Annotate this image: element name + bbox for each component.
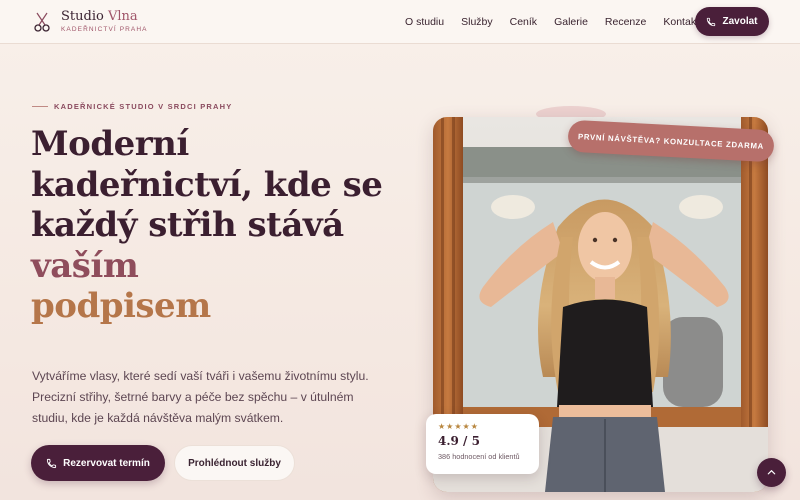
nav-link-o-studiu[interactable]: O studiu — [405, 16, 444, 28]
brand-text: Studio Vlna KADEŘNICTVÍ PRAHA — [61, 10, 148, 34]
call-button[interactable]: Zavolat — [695, 7, 769, 36]
rating-card: ★★★★★ 4.9 / 5 386 hodnocení od klientů — [426, 414, 539, 474]
brand-tagline: KADEŘNICTVÍ PRAHA — [61, 26, 148, 33]
brand-name: Studio Vlna — [61, 10, 148, 24]
rating-reviews-count: 386 hodnocení od klientů — [438, 452, 520, 461]
main-nav: O studiu Služby Ceník Galerie Recenze Ko… — [405, 16, 716, 28]
scroll-to-top-button[interactable] — [757, 458, 786, 487]
chevron-up-icon — [767, 470, 776, 475]
brand-logo[interactable]: Studio Vlna KADEŘNICTVÍ PRAHA — [33, 10, 148, 33]
headline-gold: podpisem — [31, 286, 211, 326]
brand-name-main: Studio — [61, 9, 108, 24]
nav-link-recenze[interactable]: Recenze — [605, 16, 646, 28]
headline-main: Moderní kadeřnictví, kde se každý střih … — [31, 124, 383, 245]
scissors-icon — [34, 12, 50, 32]
headline-accent: vaším — [31, 245, 139, 286]
hero-description: Vytváříme vlasy, které sedí vaší tváři i… — [32, 369, 369, 425]
brand-name-accent: Vlna — [107, 9, 138, 24]
nav-link-cenik[interactable]: Ceník — [510, 16, 537, 28]
book-appointment-button[interactable]: Rezervovat termín — [31, 445, 165, 481]
rating-score: 4.9 / 5 — [438, 434, 480, 448]
hero-eyebrow-text: KADEŘNICKÉ STUDIO V SRDCI PRAHY — [54, 102, 233, 111]
nav-link-galerie[interactable]: Galerie — [554, 16, 588, 28]
eyebrow-dash — [32, 106, 48, 107]
call-button-label: Zavolat — [722, 16, 758, 27]
nav-link-kontakt[interactable]: Kontakt — [663, 16, 699, 28]
nav-link-sluzby[interactable]: Služby — [461, 16, 493, 28]
hero-eyebrow: KADEŘNICKÉ STUDIO V SRDCI PRAHY — [32, 102, 232, 111]
badge-text: PRVNÍ NÁVŠTĚVA? KONZULTACE ZDARMA — [577, 131, 765, 151]
star-rating-icon: ★★★★★ — [438, 422, 479, 431]
site-header: Studio Vlna KADEŘNICTVÍ PRAHA O studiu S… — [0, 0, 800, 44]
view-services-label: Prohlédnout služby — [188, 457, 281, 469]
hero-headline: Moderní kadeřnictví, kde se každý střih … — [31, 124, 411, 327]
phone-icon — [707, 17, 716, 26]
phone-icon — [47, 458, 57, 468]
view-services-button[interactable]: Prohlédnout služby — [174, 445, 295, 481]
book-appointment-label: Rezervovat termín — [63, 457, 150, 469]
